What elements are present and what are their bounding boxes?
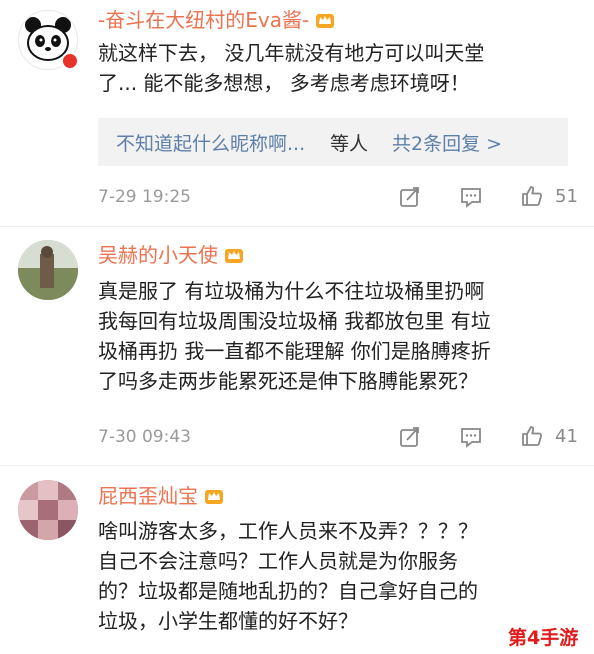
comment-icon[interactable] (459, 425, 483, 449)
comment-text: 就这样下去， 没几年就没有地方可以叫天堂 了... 能不能多想想， 多考虑考虑环… (98, 41, 485, 95)
watermark-logo: 第4手游 (508, 627, 579, 649)
like-count: 51 (555, 186, 578, 207)
divider (0, 465, 594, 466)
avatar[interactable] (18, 480, 78, 540)
repost-icon[interactable] (398, 425, 422, 449)
username[interactable]: 屁西歪灿宝 (98, 482, 224, 510)
like-count: 41 (555, 426, 578, 447)
repost-icon[interactable] (398, 185, 422, 209)
timestamp: 7-29 19:25 (98, 187, 191, 207)
photo-avatar (18, 480, 78, 540)
username[interactable]: 吴赫的小天使 (98, 241, 244, 269)
view-replies-link[interactable]: 共2条回复 > (392, 129, 502, 156)
like-icon[interactable] (520, 424, 544, 448)
divider (0, 226, 594, 227)
avatar[interactable] (18, 240, 78, 300)
timestamp: 7-30 09:43 (98, 427, 191, 447)
verified-badge (61, 52, 79, 70)
crown-icon (225, 249, 243, 263)
reply-suffix: 等人 (330, 133, 369, 155)
photo-avatar (18, 240, 78, 300)
crown-icon (316, 14, 335, 28)
like-icon[interactable] (520, 184, 544, 208)
reply-preview[interactable]: 不知道起什么昵称啊... 等人 共2条回复 > (98, 118, 568, 166)
comment-icon[interactable] (459, 185, 483, 209)
comment-text: 真是服了 有垃圾桶为什么不往垃圾桶里扔啊 我每回有垃圾周围没垃圾桶 我都放包里 … (98, 279, 491, 393)
reply-nickname[interactable]: 不知道起什么昵称啊... (116, 129, 305, 156)
crown-icon (205, 490, 223, 504)
comment-text: 啥叫游客太多，工作人员来不及弄？？？？ 自己不会注意吗？工作人员就是为你服务 的… (98, 519, 478, 633)
username[interactable]: -奋斗在大纽村的Eva酱- (98, 6, 335, 34)
